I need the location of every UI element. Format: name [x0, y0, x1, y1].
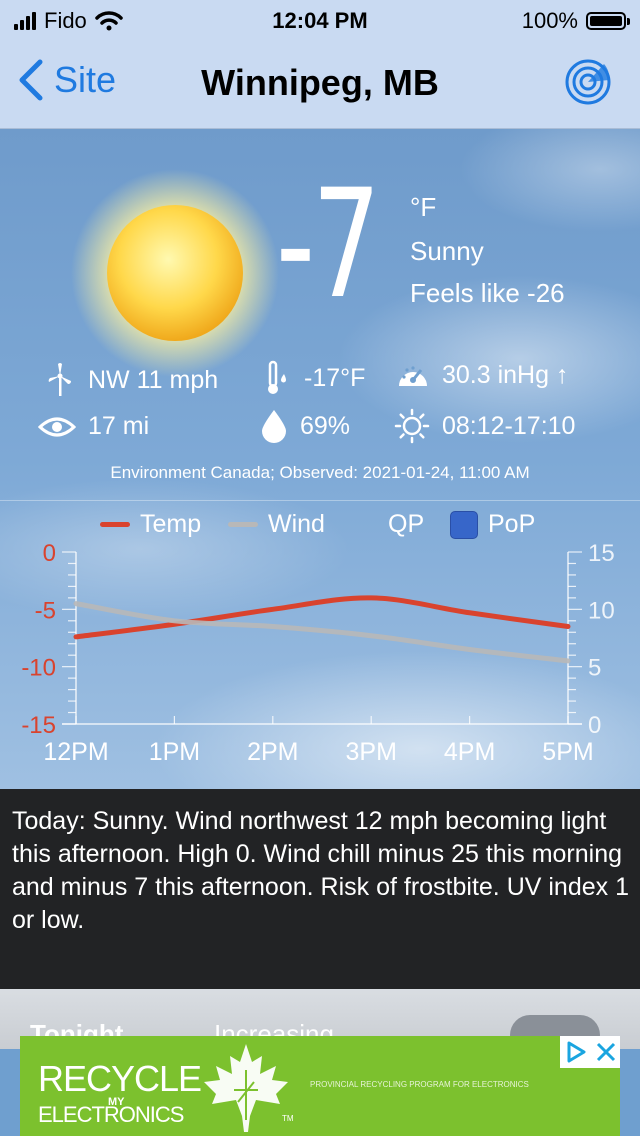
y-right-tick-label: 0	[588, 712, 601, 739]
battery-icon	[586, 12, 630, 30]
thermometer-icon	[268, 360, 286, 394]
condition-text: Sunny	[410, 236, 484, 266]
humidity-detail: 69%	[260, 408, 350, 444]
divider	[0, 500, 640, 501]
wind-turbine-icon	[48, 363, 71, 396]
ad-line3: ELECTRONICS	[38, 1102, 184, 1127]
y-right-tick-label: 15	[588, 540, 615, 567]
wind-series-line	[73, 601, 571, 664]
maple-leaf-icon	[204, 1044, 288, 1132]
legend-wind-label: Wind	[268, 510, 325, 538]
ad-trademark: TM	[282, 1114, 294, 1123]
y-left-tick-label: 0	[43, 540, 56, 567]
x-tick-label: 5PM	[542, 738, 593, 766]
legend-qp-label: QP	[388, 510, 425, 538]
legend-pop-label: PoP	[488, 510, 536, 538]
wind-value: NW 11 mph	[88, 365, 219, 394]
forecast-text: Today: Sunny. Wind northwest 12 mph beco…	[12, 807, 629, 934]
pressure-detail: 30.3 inHg ↑	[396, 360, 568, 390]
x-tick-label: 4PM	[444, 738, 495, 766]
gauge-icon	[399, 366, 427, 386]
y-right-tick-label: 5	[588, 655, 601, 682]
nav-bar: Site Winnipeg, MB	[0, 44, 640, 124]
adchoices-icon[interactable]	[564, 1040, 588, 1064]
page-title: Winnipeg, MB	[201, 62, 439, 103]
x-tick-label: 3PM	[345, 738, 396, 766]
temperature-unit: °F	[410, 192, 437, 222]
wind-detail: NW 11 mph	[44, 362, 218, 398]
visibility-detail: 17 mi	[38, 412, 149, 441]
current-temperature: -7	[276, 158, 381, 332]
observation-source: Environment Canada; Observed: 2021-01-24…	[110, 463, 530, 482]
humidity-value: 69%	[300, 411, 351, 440]
visibility-value: 17 mi	[88, 412, 150, 440]
x-tick-label: 12PM	[43, 738, 108, 766]
water-drop-icon	[262, 410, 286, 443]
status-bar: Fido 12:04 PM 100%	[0, 0, 640, 40]
wind-swatch	[228, 522, 258, 527]
forecast-panel: Today: Sunny. Wind northwest 12 mph beco…	[0, 789, 640, 989]
y-right-tick-label: 10	[588, 597, 615, 624]
legend-pop: PoP	[450, 510, 535, 539]
battery-percent: 100%	[521, 8, 578, 33]
top-bar: Fido 12:04 PM 100% Site Winnipeg, MB	[0, 0, 640, 129]
y-left-tick-label: -10	[21, 655, 56, 682]
legend-qp: QP	[388, 510, 424, 539]
hourly-chart: 0 -5 -10 -15 15 10 5 0 12PM 1PM 2PM 3PM 4PM 5PM	[21, 540, 615, 766]
sun-times-value: 08:12-17:10	[442, 411, 576, 440]
x-tick-label: 1PM	[149, 738, 200, 766]
ad-choices[interactable]	[560, 1036, 620, 1068]
legend-temp: Temp	[100, 510, 201, 539]
pressure-value: 30.3 inHg ↑	[442, 360, 569, 389]
sun-outline-icon	[394, 408, 430, 444]
temp-swatch	[100, 522, 130, 527]
radar-icon[interactable]	[564, 58, 612, 106]
ad-line1: RECYCLE	[38, 1058, 202, 1099]
ad-tagline: PROVINCIAL RECYCLING PROGRAM FOR ELECTRO…	[310, 1080, 529, 1088]
chart-legend: Temp Wind QP PoP	[0, 508, 640, 542]
y-left-tick-label: -5	[35, 597, 56, 624]
battery-area: 100%	[521, 8, 630, 34]
sunny-icon	[71, 169, 279, 377]
eye-icon	[38, 417, 76, 436]
sun-times-detail: 08:12-17:10	[394, 408, 575, 444]
legend-temp-label: Temp	[140, 510, 202, 538]
y-left-tick-label: -15	[21, 712, 56, 739]
pop-swatch	[450, 510, 478, 539]
dew-point-detail: -17°F	[264, 360, 365, 396]
ad-banner[interactable]: RECYCLE MY ELECTRONICS TM PROVINCIAL REC…	[20, 1036, 620, 1136]
dew-point-value: -17°F	[304, 363, 366, 392]
legend-wind: Wind	[228, 510, 325, 539]
feels-like-text: Feels like -26	[410, 278, 565, 308]
x-tick-label: 2PM	[247, 738, 298, 766]
close-icon[interactable]	[595, 1041, 617, 1063]
